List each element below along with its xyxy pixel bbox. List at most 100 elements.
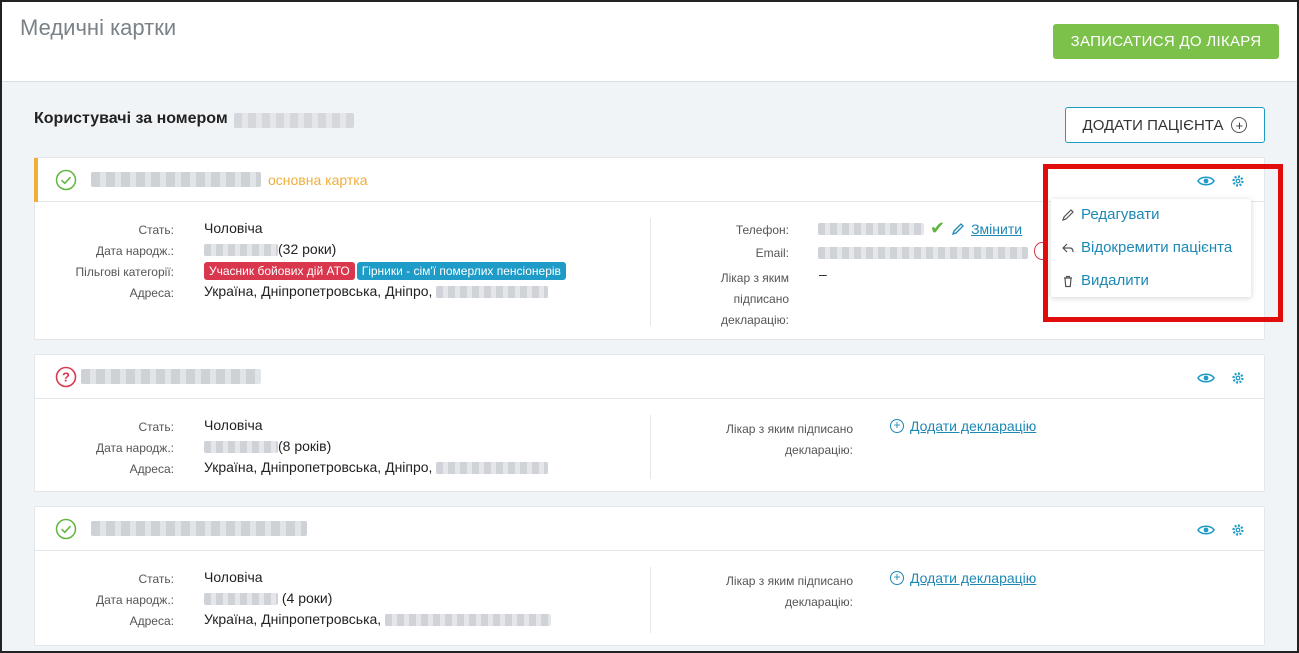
email-value — [818, 244, 1028, 260]
main-card-label: основна картка — [268, 172, 368, 188]
menu-item-label: Відокремити пацієнта — [1081, 239, 1233, 256]
label-line: декларацію: — [721, 313, 789, 327]
menu-item-label: Видалити — [1081, 272, 1149, 289]
eye-icon[interactable] — [1197, 522, 1215, 538]
dob-value: (4 роки) — [204, 590, 332, 606]
dob-label: Дата народж.: — [96, 593, 174, 607]
top-bar: Медичні картки ЗАПИСАТИСЯ ДО ЛІКАРЯ — [2, 2, 1297, 82]
dob-value: (8 років) — [204, 438, 331, 454]
dob-label: Дата народж.: — [96, 441, 174, 455]
svg-text:?: ? — [62, 370, 70, 385]
check-circle-icon — [55, 169, 77, 191]
menu-item-delete[interactable]: Видалити — [1061, 272, 1149, 289]
address-value: Україна, Дніпропетровська, Дніпро, — [204, 459, 549, 475]
sex-value: Чоловіча — [204, 220, 263, 236]
add-declaration-link[interactable]: Додати декларацію — [910, 570, 1036, 586]
gear-icon[interactable] — [1229, 522, 1247, 538]
phone-value: ✔ Змінити — [818, 218, 1022, 239]
gear-icon[interactable] — [1229, 173, 1247, 189]
eye-icon[interactable] — [1197, 370, 1215, 386]
redacted-date — [204, 244, 278, 257]
age-value: (32 роки) — [278, 241, 337, 257]
card-actions-menu: Редагувати Відокремити пацієнта Видалити — [1051, 199, 1251, 297]
card-divider — [650, 567, 651, 633]
reply-icon — [1062, 243, 1074, 252]
label-line: підписано — [733, 292, 789, 306]
redacted-date — [204, 593, 278, 606]
address-text: Україна, Дніпропетровська, Дніпро, — [204, 283, 433, 299]
change-phone-link[interactable]: Змінити — [971, 221, 1022, 237]
main-card-accent — [34, 158, 38, 202]
card-divider — [650, 415, 651, 479]
card-header: основна картка — [34, 158, 1264, 202]
add-declaration-link[interactable]: Додати декларацію — [910, 418, 1036, 434]
card-header — [35, 507, 1264, 551]
sex-label: Стать: — [138, 223, 174, 237]
redacted-address — [436, 286, 549, 299]
doctor-value: – — [819, 266, 827, 282]
dob-value: (32 роки) — [204, 241, 336, 257]
doctor-declaration-label: Лікар з яким підписано декларацію: — [726, 571, 853, 613]
redacted-date — [204, 441, 278, 454]
address-text: Україна, Дніпропетровська, Дніпро, — [204, 459, 433, 475]
pencil-icon — [1062, 208, 1074, 221]
address-value: Україна, Дніпропетровська, — [204, 611, 552, 627]
plus-circle-icon: + — [890, 571, 904, 585]
address-text: Україна, Дніпропетровська, — [204, 611, 382, 627]
sex-value: Чоловіча — [204, 417, 263, 433]
gear-icon[interactable] — [1229, 370, 1247, 386]
menu-item-edit[interactable]: Редагувати — [1061, 206, 1160, 223]
redacted-name — [91, 521, 307, 536]
redacted-address — [436, 462, 549, 475]
sex-label: Стать: — [138, 572, 174, 586]
redacted-address — [385, 614, 552, 627]
verified-check-icon: ✔ — [930, 218, 946, 238]
category-badge: Учасник бойових дій АТО — [204, 262, 355, 280]
add-patient-button[interactable]: ДОДАТИ ПАЦІЄНТА + — [1065, 107, 1265, 143]
doctor-declaration-label: Лікар з яким підписано декларацію: — [726, 419, 853, 461]
phone-label: Телефон: — [735, 223, 789, 237]
label-line: Лікар з яким підписано — [726, 422, 853, 436]
book-doctor-button[interactable]: ЗАПИСАТИСЯ ДО ЛІКАРЯ — [1053, 24, 1279, 59]
address-label: Адреса: — [129, 286, 174, 300]
age-value: (4 роки) — [281, 590, 333, 606]
category-badge: Гірники - сім'ї померлих пенсіонерів — [356, 262, 566, 280]
label-line: декларацію: — [785, 595, 853, 609]
pencil-icon[interactable] — [951, 222, 965, 236]
address-label: Адреса: — [129, 462, 174, 476]
doctor-declaration-label: Лікар з яким підписано декларацію: — [721, 268, 789, 331]
label-line: Лікар з яким підписано — [726, 574, 853, 588]
check-circle-icon — [55, 518, 77, 540]
patient-card: ? Стать: Чоловіча Дата народж.: (8 років… — [34, 354, 1265, 492]
redacted-name — [81, 369, 261, 384]
users-by-phone-title: Користувачі за номером — [34, 110, 228, 127]
address-label: Адреса: — [129, 614, 174, 628]
card-divider — [650, 218, 651, 326]
page-title: Медичні картки — [20, 15, 177, 40]
address-value: Україна, Дніпропетровська, Дніпро, — [204, 283, 549, 299]
label-line: Лікар з яким — [720, 271, 789, 285]
label-line: декларацію: — [785, 443, 853, 457]
eye-icon[interactable] — [1197, 173, 1215, 189]
card-header: ? — [35, 355, 1264, 399]
redacted-phone-value — [818, 222, 924, 235]
menu-item-separate[interactable]: Відокремити пацієнта — [1061, 239, 1232, 256]
dob-label: Дата народж.: — [96, 244, 174, 258]
app-window: Медичні картки ЗАПИСАТИСЯ ДО ЛІКАРЯ Кори… — [0, 0, 1299, 653]
plus-circle-icon: + — [1231, 117, 1248, 133]
add-declaration-action[interactable]: + Додати декларацію — [890, 418, 1036, 434]
question-circle-icon: ? — [55, 366, 77, 388]
info-icon — [1034, 242, 1050, 260]
patient-card: Стать: Чоловіча Дата народж.: (4 роки) А… — [34, 506, 1265, 646]
redacted-phone — [234, 113, 354, 128]
add-patient-label: ДОДАТИ ПАЦІЄНТА — [1082, 116, 1224, 134]
redacted-name — [91, 172, 261, 187]
trash-icon — [1064, 275, 1072, 287]
categories-label: Пільгові категорії: — [75, 265, 174, 279]
email-label: Email: — [755, 246, 789, 260]
sex-value: Чоловіча — [204, 569, 263, 585]
sex-label: Стать: — [138, 420, 174, 434]
redacted-email — [818, 247, 1028, 260]
add-declaration-action[interactable]: + Додати декларацію — [890, 570, 1036, 586]
plus-circle-icon: + — [890, 419, 904, 433]
